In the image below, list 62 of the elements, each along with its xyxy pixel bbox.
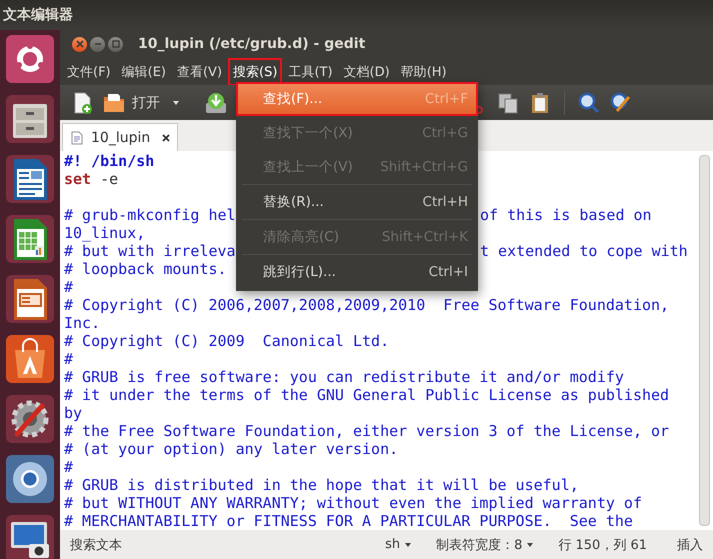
minimize-button[interactable] [90,36,105,52]
menu-item[interactable]: 编辑(E) [116,58,171,86]
menu-item[interactable]: 查看(V) [172,58,228,86]
code-line: of this is based on [480,206,652,224]
code-line: # grub-mkconfig hel [64,206,236,224]
code-line: by [64,404,82,422]
language-dropdown[interactable]: sh [385,537,412,552]
code-line: # loopback mounts. [64,260,227,278]
document-icon[interactable] [5,154,55,204]
menu-item[interactable]: 搜索(S) [228,58,282,86]
tab-width-dropdown[interactable]: 制表符宽度：8 [436,536,534,554]
browser-icon[interactable] [5,454,55,504]
code-line: Inc. [64,314,100,332]
shopping-bag-icon[interactable] [5,334,55,384]
caret-icon [526,540,534,548]
code-line: # [64,278,74,296]
code-line: # but WITHOUT ANY WARRANTY; without even the implied warranty of [64,494,642,512]
close-button[interactable] [72,36,87,52]
code-line: # it under the terms of the GNU General Public License as published [64,386,670,404]
close-icon [76,40,84,48]
monitor-camera-icon[interactable] [5,514,55,559]
code-line: # (at your option) any later version. [64,440,398,458]
maximize-icon [112,40,120,48]
file-cabinet-icon[interactable] [5,94,55,144]
caret-icon[interactable] [172,98,180,106]
maximize-button[interactable] [108,36,123,52]
document-icon [71,130,83,144]
scrollbar[interactable] [699,155,710,526]
code-line: t extended to cope with [480,242,688,260]
menu-item[interactable]: 跳到行(L)... Ctrl+I [236,255,478,289]
code-line: # [64,458,74,476]
save-icon[interactable] [204,90,228,114]
code-line: 10_linux, [64,224,146,242]
insert-mode: 插入 [677,536,703,554]
gear-wrench-icon[interactable] [5,394,55,444]
cursor-position: 行 150，列 61 [558,536,647,554]
document-tab[interactable]: 10_lupin [62,123,178,151]
code-line: #! /bin/sh [64,152,154,170]
search-icon[interactable] [577,90,601,114]
code-line: set -e [64,170,118,188]
code-line: # [64,350,74,368]
status-message: 搜索文本 [70,536,123,554]
window-title: 10_lupin (/etc/grub.d) - gedit [138,36,366,52]
code-line: # Copyright (C) 2009 Canonical Ltd. [64,332,390,350]
close-icon[interactable] [162,134,170,142]
copy-icon[interactable] [496,90,520,114]
spreadsheet-icon[interactable] [5,214,55,264]
search-replace-icon[interactable] [609,90,633,114]
code-line: # GRUB is distributed in the hope that it will be useful, [64,476,579,494]
ubuntu-logo-icon[interactable] [5,34,55,84]
code-line: # Copyright (C) 2006,2007,2008,2009,2010 Free Software Foundation, [64,296,670,314]
menu-item[interactable]: 替换(R)... Ctrl+H [236,185,478,219]
presentation-icon[interactable] [5,274,55,324]
code-line: # MERCHANTABILITY or FITNESS FOR A PARTICULAR PURPOSE. See the [64,512,633,530]
menu-item[interactable]: 文件(F) [62,58,116,86]
code-line: # but with irreleva [64,242,236,260]
code-line: # the Free Software Foundation, either version 3 of the License, or [64,422,670,440]
app-title: 文本编辑器 [3,6,73,24]
minimize-icon [94,40,102,48]
open-button[interactable]: 打开 [102,90,160,114]
code-line: # GRUB is free software: you can redistribute it and/or modify [64,368,624,386]
caret-icon [404,540,412,548]
